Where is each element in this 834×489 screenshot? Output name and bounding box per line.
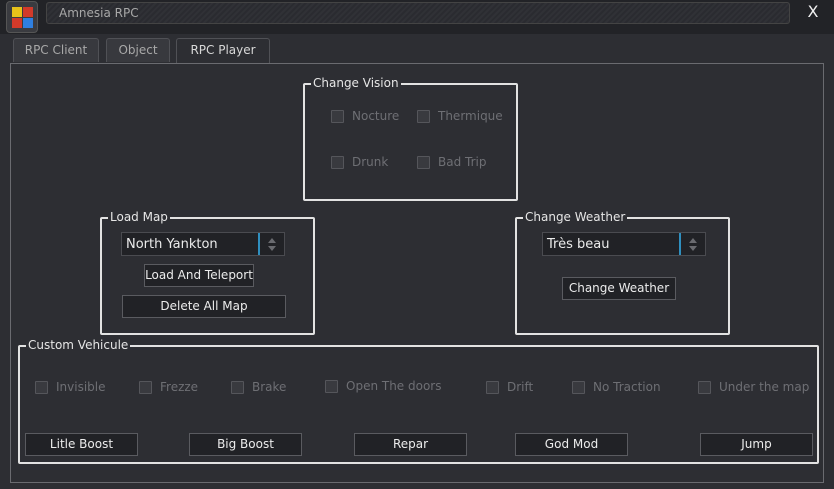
frezze-label: Frezze [160,380,199,394]
frezze-checkbox[interactable]: Frezze [139,379,198,395]
custom-vehicle-group: Custom Vehicule Invisible Frezze Brake O… [18,337,819,464]
weather-select[interactable]: Très beau [542,232,706,256]
drunk-checkbox[interactable]: Drunk [331,154,388,170]
open-the-doors-checkbox[interactable]: Open The doors [325,378,441,394]
change-vision-title: Change Vision [311,75,401,91]
nocture-label: Nocture [352,109,400,123]
brake-label: Brake [252,380,287,394]
bad-trip-checkbox[interactable]: Bad Trip [417,154,486,170]
window-title: Amnesia RPC [59,6,139,20]
rpc-player-panel: Change Vision Nocture Thermique Drunk Ba… [10,63,824,483]
spinner-arrows-icon[interactable] [679,233,705,255]
load-map-title: Load Map [108,209,170,225]
invisible-label: Invisible [56,380,106,394]
bad-trip-label: Bad Trip [438,155,487,169]
drift-checkbox[interactable]: Drift [486,379,533,395]
jump-button[interactable]: Jump [700,433,813,456]
weather-select-value: Très beau [547,237,610,252]
brake-checkbox[interactable]: Brake [231,379,286,395]
invisible-checkbox[interactable]: Invisible [35,379,106,395]
custom-vehicle-title: Custom Vehicule [26,337,131,353]
under-the-map-checkbox[interactable]: Under the map [698,379,809,395]
checkbox-box[interactable] [572,380,585,394]
checkbox-box[interactable] [35,380,48,394]
checkbox-box[interactable] [417,109,430,123]
checkbox-box[interactable] [139,380,152,394]
title-bar: Amnesia RPC X [0,0,834,34]
map-select-value: North Yankton [126,237,218,252]
drift-label: Drift [507,380,534,394]
litle-boost-button[interactable]: Litle Boost [25,433,138,456]
checkbox-box[interactable] [331,155,344,169]
repar-button[interactable]: Repar [354,433,467,456]
change-weather-group: Change Weather Très beau Change Weather [515,209,730,335]
change-weather-title: Change Weather [523,209,628,225]
no-traction-label: No Traction [593,380,661,394]
checkbox-box[interactable] [698,380,711,394]
change-weather-button[interactable]: Change Weather [562,277,676,300]
close-button[interactable]: X [796,0,830,24]
map-select[interactable]: North Yankton [121,232,285,256]
app-logo-icon [6,1,38,33]
tab-rpc-client[interactable]: RPC Client [13,38,99,62]
load-and-teleport-button[interactable]: Load And Teleport [144,264,254,287]
thermique-checkbox[interactable]: Thermique [417,108,503,124]
thermique-label: Thermique [438,109,503,123]
open-the-doors-label: Open The doors [346,379,442,393]
checkbox-box[interactable] [417,155,430,169]
delete-all-map-button[interactable]: Delete All Map [122,295,286,318]
no-traction-checkbox[interactable]: No Traction [572,379,661,395]
nocture-checkbox[interactable]: Nocture [331,108,399,124]
tab-rpc-player[interactable]: RPC Player [176,38,270,63]
drunk-label: Drunk [352,155,389,169]
god-mod-button[interactable]: God Mod [515,433,628,456]
under-the-map-label: Under the map [719,380,810,394]
checkbox-box[interactable] [231,380,244,394]
big-boost-button[interactable]: Big Boost [189,433,302,456]
spinner-arrows-icon[interactable] [258,233,284,255]
checkbox-box[interactable] [331,109,344,123]
load-map-group: Load Map North Yankton Load And Teleport… [100,209,315,335]
checkbox-box[interactable] [486,380,499,394]
tab-object[interactable]: Object [106,38,170,62]
title-field[interactable]: Amnesia RPC [46,2,790,24]
change-vision-group: Change Vision Nocture Thermique Drunk Ba… [303,75,518,201]
checkbox-box[interactable] [325,379,338,393]
